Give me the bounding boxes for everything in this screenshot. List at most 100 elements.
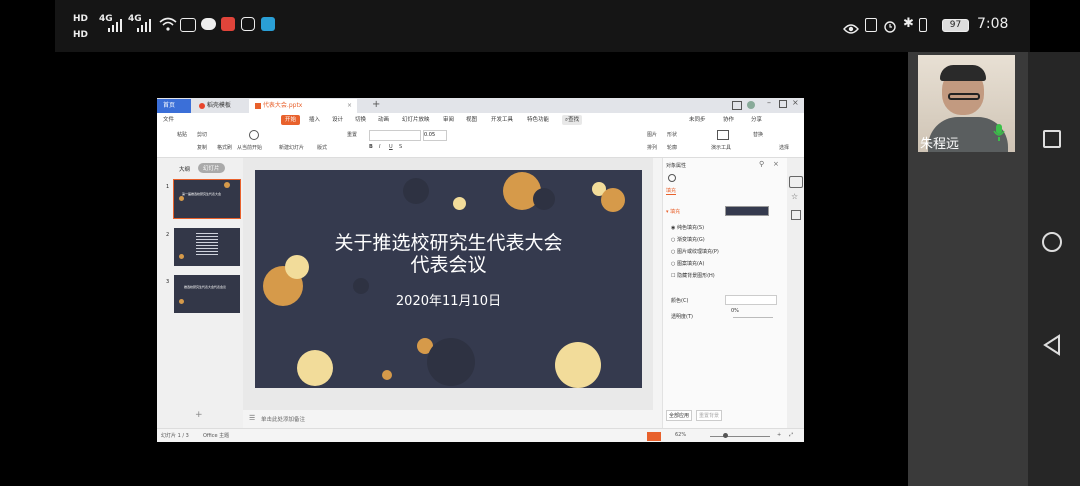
slide-thumb-3[interactable]: 推选校研究生代表大会代表会议 [174,275,240,313]
color-select[interactable] [725,295,777,305]
recent-apps-button[interactable] [1043,130,1061,148]
menu-insert[interactable]: 插入 [309,113,320,127]
slide-thumb-2[interactable] [174,228,240,266]
slide-title-line1: 关于推选校研究生代表大会 [334,232,563,254]
underline-button[interactable]: U [389,144,393,150]
opt-picture-fill[interactable]: ○ 图片或纹理填充(P) [671,248,719,255]
deco-circle [533,188,555,210]
thumb-1-dot-2 [224,182,230,188]
tab-file-label: 代表大会.pptx [262,102,303,109]
deco-circle [297,350,333,386]
shape-button[interactable]: 形状 [667,131,677,138]
home-button[interactable] [1042,232,1062,252]
close-window-button[interactable]: × [792,98,799,107]
menu-special[interactable]: 特色功能 [527,113,549,127]
close-panel-icon[interactable]: × [773,160,779,168]
fit-window-icon[interactable]: ⤢ [789,432,793,438]
current-slide[interactable]: 关于推选校研究生代表大会 代表会议 2020年11月10日 [255,170,642,388]
apply-all-button[interactable]: 全部应用 [666,410,693,421]
demo-tools-icon [717,130,729,140]
arrange-button[interactable]: 排列 [647,144,657,151]
opt-pattern-fill[interactable]: ○ 图案填充(A) [671,260,704,267]
tab-file[interactable]: 代表大会.pptx × [249,99,357,113]
star-icon[interactable]: ☆ [791,192,798,201]
slides-tab[interactable]: 幻灯片 [198,163,225,173]
outline-button[interactable]: 轮廓 [667,144,677,151]
picture-button[interactable]: 图片 [647,131,657,138]
tab-home[interactable]: 首页 [157,99,191,113]
italic-button[interactable]: I [379,144,380,150]
hd-indicator-1: HD [73,14,89,24]
transparency-label: 透明度(T) [671,314,693,320]
participant-video[interactable]: 朱程远 [918,55,1015,152]
copy-button[interactable]: 复制 [197,144,207,151]
thumb-3-title: 推选校研究生代表大会代表会议 [184,285,227,289]
opt-hide-bg-label: 隐藏背景图形(H) [677,273,715,279]
strike-button[interactable]: S [399,144,402,150]
reset-button[interactable]: 重置 [347,131,357,138]
user-avatar-icon[interactable] [747,101,755,109]
new-tab-button[interactable]: + [372,98,380,112]
add-slide-button[interactable]: + [195,410,203,420]
font-name-select[interactable] [369,130,421,141]
replace-button[interactable]: 替换 [753,131,763,138]
collab-button[interactable]: 协作 [723,113,734,127]
layout-button[interactable]: 版式 [317,144,327,151]
menu-review[interactable]: 审阅 [443,113,454,127]
participant-hair [940,65,986,81]
minimize-button[interactable]: – [767,98,771,107]
properties-icon[interactable] [789,176,803,188]
menu-developer[interactable]: 开发工具 [491,113,513,127]
select-button[interactable]: 选择 [779,144,789,151]
eye-icon [843,20,859,39]
close-tab-icon[interactable]: × [347,99,352,113]
play-from-current-button[interactable]: 从当前开始 [237,144,262,151]
back-button[interactable] [1042,334,1062,360]
zoom-slider[interactable] [710,436,770,437]
tab-template-label: 稻壳模板 [206,102,231,109]
transparency-value: 0% [731,308,739,314]
menu-design[interactable]: 设计 [332,113,343,127]
glasses-icon [948,93,980,100]
menu-slideshow[interactable]: 幻灯片放映 [402,113,430,127]
slide-thumb-1[interactable]: 第一届推选校研究生代表大会 [173,179,241,219]
copy-icon[interactable] [791,210,801,220]
pin-icon[interactable]: ⚲ [759,160,764,168]
slide-date: 2020年11月10日 [395,294,502,309]
menu-view[interactable]: 视图 [466,113,477,127]
sync-status[interactable]: 未同步 [689,113,706,127]
opt-solid-fill[interactable]: ◉ 纯色填充(S) [671,224,704,231]
docer-icon [199,102,205,109]
search-box[interactable]: ⌕查找 [562,115,583,125]
maximize-button[interactable] [779,100,787,108]
menu-animation[interactable]: 动画 [378,113,389,127]
theme-name: Office 主题 [203,433,230,439]
battery-indicator: 97 [942,19,969,32]
new-slide-button[interactable]: 新建幻灯片 [279,144,304,151]
zoom-in-button[interactable]: + [777,432,781,438]
transparency-slider[interactable] [733,317,773,318]
tab-template[interactable]: 稻壳模板 [193,99,249,113]
bold-button[interactable]: B [369,144,373,150]
outline-tab[interactable]: 大纲 [179,165,190,173]
cut-button[interactable]: 剪切 [197,131,207,138]
font-size-select[interactable]: 0.05 [423,130,447,141]
color-label: 颜色(C) [671,298,689,304]
menu-transition[interactable]: 切换 [355,113,366,127]
menu-file[interactable]: 文件 [163,113,174,127]
format-painter-button[interactable]: 格式刷 [217,144,232,151]
opt-gradient-fill[interactable]: ○ 渐变填充(G) [671,236,705,243]
fill-tab[interactable]: 填充 [666,187,677,195]
fill-color-swatch[interactable] [725,206,769,216]
paste-button[interactable]: 粘贴 [177,131,187,138]
opt-hide-bg[interactable]: ☐ 隐藏背景图形(H) [671,272,715,279]
zoom-slider-thumb[interactable] [723,433,728,438]
slideshow-button[interactable] [647,432,661,441]
share-button[interactable]: 分享 [751,113,762,127]
reset-background-button[interactable]: 重置背景 [696,410,723,421]
demo-tools-button[interactable]: 演示工具 [711,144,731,151]
menu-home[interactable]: 开始 [281,115,301,125]
deco-circle [382,370,392,380]
notes-bar[interactable]: ☰ 单击此处添加备注 [243,410,653,428]
thumb-3-dot [179,299,184,304]
